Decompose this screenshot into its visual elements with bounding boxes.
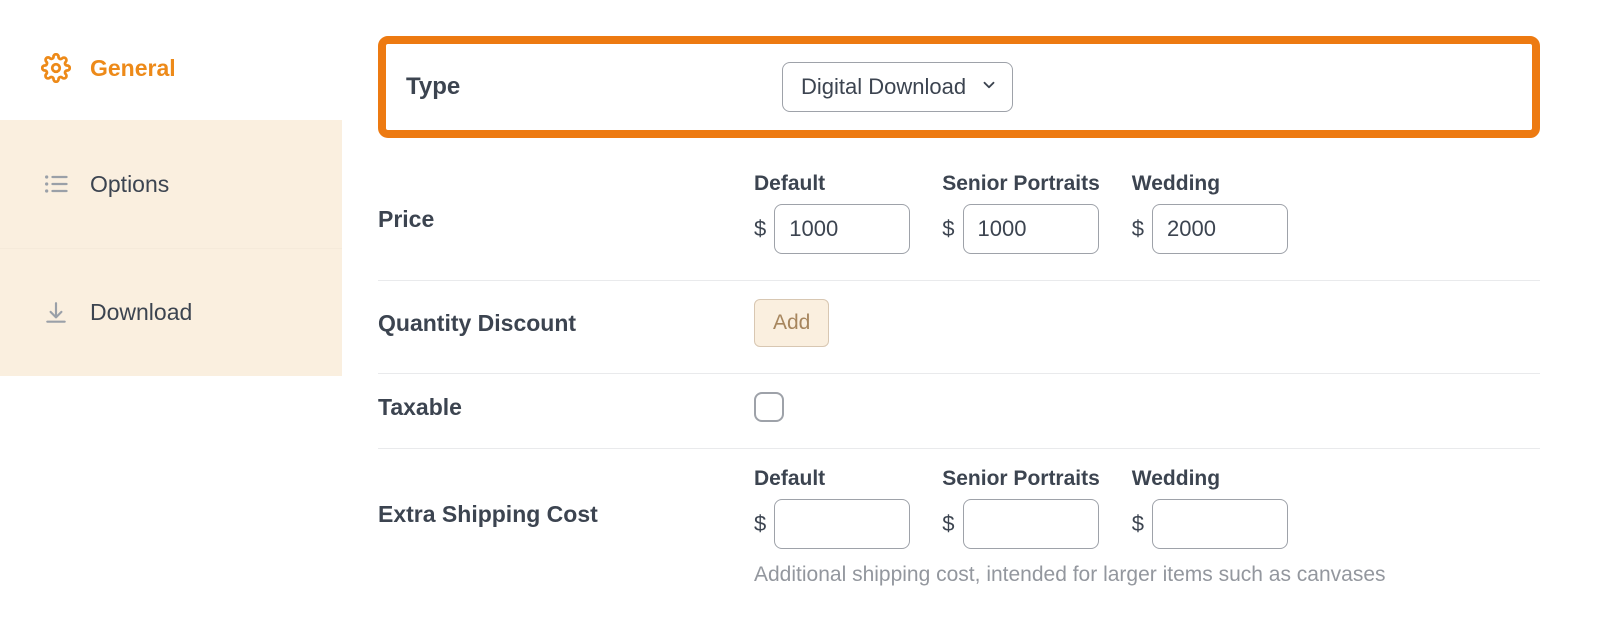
price-col-head-default: Default xyxy=(754,172,910,196)
ship-input-wedding[interactable] xyxy=(1152,499,1288,549)
sidebar-item-label: General xyxy=(90,55,176,82)
currency-symbol: $ xyxy=(942,511,954,537)
currency-symbol: $ xyxy=(754,511,766,537)
extra-shipping-columns: Default $ Senior Portraits $ xyxy=(754,467,1386,549)
quantity-discount-label: Quantity Discount xyxy=(378,310,754,337)
ship-col-head-default: Default xyxy=(754,467,910,491)
currency-symbol: $ xyxy=(754,216,766,242)
extra-shipping-row: Extra Shipping Cost Default $ Senior Por… xyxy=(378,449,1540,613)
type-label: Type xyxy=(406,73,782,101)
type-select-value: Digital Download xyxy=(801,74,966,100)
price-label: Price xyxy=(378,172,754,233)
price-col-head-senior: Senior Portraits xyxy=(942,172,1100,196)
list-icon xyxy=(40,168,72,200)
ship-col-head-senior: Senior Portraits xyxy=(942,467,1100,491)
taxable-checkbox[interactable] xyxy=(754,392,784,422)
ship-input-senior[interactable] xyxy=(963,499,1099,549)
price-input-default[interactable] xyxy=(774,204,910,254)
type-select[interactable]: Digital Download xyxy=(782,62,1013,112)
taxable-label: Taxable xyxy=(378,394,754,421)
settings-panel: Type Digital Download Price Default xyxy=(342,0,1600,620)
ship-input-default[interactable] xyxy=(774,499,910,549)
price-columns: Default $ Senior Portraits $ Wedding xyxy=(754,172,1288,254)
add-discount-button[interactable]: Add xyxy=(754,299,829,347)
sidebar: General Options xyxy=(0,0,342,620)
ship-col-head-wedding: Wedding xyxy=(1132,467,1288,491)
price-input-senior[interactable] xyxy=(963,204,1099,254)
extra-shipping-label: Extra Shipping Cost xyxy=(378,467,754,528)
sidebar-item-download[interactable]: Download xyxy=(0,248,342,376)
sidebar-item-options[interactable]: Options xyxy=(0,120,342,248)
quantity-discount-row: Quantity Discount Add xyxy=(378,281,1540,374)
currency-symbol: $ xyxy=(1132,216,1144,242)
download-icon xyxy=(40,297,72,329)
sidebar-item-label: Download xyxy=(90,299,192,326)
price-col-head-wedding: Wedding xyxy=(1132,172,1288,196)
type-highlight: Type Digital Download xyxy=(378,36,1540,138)
price-input-wedding[interactable] xyxy=(1152,204,1288,254)
currency-symbol: $ xyxy=(942,216,954,242)
extra-shipping-hint: Additional shipping cost, intended for l… xyxy=(754,563,1386,587)
taxable-row: Taxable xyxy=(378,374,1540,449)
price-row: Price Default $ Senior Portraits $ xyxy=(378,154,1540,281)
sidebar-item-general[interactable]: General xyxy=(0,32,342,120)
sidebar-item-label: Options xyxy=(90,171,169,198)
currency-symbol: $ xyxy=(1132,511,1144,537)
sidebar-group: Options Download xyxy=(0,120,342,376)
gear-icon xyxy=(40,52,72,84)
chevron-down-icon xyxy=(980,74,998,100)
